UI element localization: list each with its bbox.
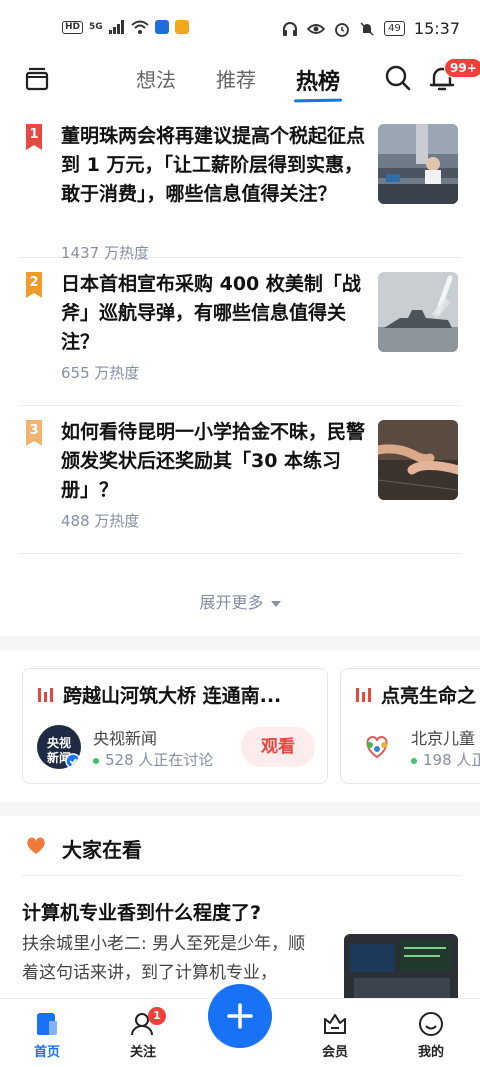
tab-member-label: 会员 [321, 1045, 348, 1060]
live-card[interactable]: 点亮生命之 北京儿童 198 人正 [340, 668, 480, 784]
answer-excerpt[interactable]: 扶余城里小老二: 男人至死是少年，顺着这句话来讲，到了计算机专业， [22, 930, 320, 1004]
rank-badge: 2 [26, 272, 42, 298]
live-title: 跨越山河筑大桥 连通南... [63, 685, 282, 707]
plus-icon [227, 1003, 253, 1029]
expand-more-button[interactable]: 展开更多 [0, 589, 480, 613]
app-notification-icon-2 [174, 20, 189, 34]
hot-heat: 655 万热度 [61, 364, 140, 382]
live-dot-icon [411, 757, 417, 764]
live-source: 北京儿童 [411, 729, 476, 748]
hot-title[interactable]: 如何看待昆明一小学拾金不昧，民警颁发奖状后还奖励其「30 本练习册」？ [61, 418, 365, 505]
live-card[interactable]: 跨越山河筑大桥 连通南... 央视 新闻 央视新闻 528 人正在讨论 观看 [22, 668, 328, 784]
hot-heat: 488 万热度 [61, 512, 140, 530]
create-plus-button[interactable] [208, 984, 272, 1048]
hot-thumbnail-warship [378, 272, 458, 352]
live-viewers: 198 人正 [411, 749, 480, 770]
live-viewers-text: 528 人正在讨论 [105, 751, 214, 769]
rank-number: 3 [29, 423, 39, 438]
hot-item[interactable]: 1 董明珠两会将再建议提高个税起征点到 1 万元，「让工薪阶层得到实惠，敢于消费… [20, 110, 460, 262]
section-divider [0, 636, 480, 650]
notification-badge: 99+ [444, 58, 480, 78]
expand-more-label: 展开更多 [199, 593, 264, 612]
signal-icon [108, 20, 124, 34]
answer-thumbnail-monitors [344, 934, 458, 1004]
status-right: 49 15:37 [282, 19, 460, 38]
hot-item[interactable]: 3 如何看待昆明一小学拾金不昧，民警颁发奖状后还奖励其「30 本练习册」？ 48… [20, 406, 460, 554]
status-bar: HD 5G 49 15:37 [0, 0, 480, 58]
headphones-icon [283, 21, 298, 36]
search-icon[interactable] [384, 64, 412, 92]
live-title: 点亮生命之 [381, 685, 477, 707]
rank-badge: 3 [26, 420, 42, 446]
eye-icon [307, 23, 326, 34]
rank-number: 1 [29, 127, 39, 142]
tab-ideas[interactable]: 想法 [136, 64, 176, 96]
network-label: 5G [89, 22, 103, 32]
mute-bell-icon [360, 21, 374, 36]
watching-heading: 大家在看 [62, 838, 142, 862]
hot-thumbnail-hands [378, 420, 458, 500]
live-bars-icon [38, 688, 53, 702]
hot-item[interactable]: 2 日本首相宣布采购 400 枚美制「战斧」巡航导弹，有哪些信息值得关注？ 65… [20, 258, 460, 406]
tab-follow[interactable]: 1 关注 [108, 1007, 178, 1060]
status-left: HD 5G [62, 20, 189, 34]
live-dot-icon [93, 757, 99, 764]
hot-title[interactable]: 日本首相宣布采购 400 枚美制「战斧」巡航导弹，有哪些信息值得关注？ [61, 270, 365, 357]
tab-mine[interactable]: 我的 [396, 1011, 466, 1060]
live-viewers-text: 198 人正 [423, 751, 480, 769]
tab-mine-label: 我的 [417, 1045, 444, 1060]
tab-member[interactable]: 会员 [300, 1011, 370, 1060]
section-divider [0, 802, 480, 816]
watch-button[interactable]: 观看 [241, 727, 315, 767]
feed-tabs: 想法 推荐 热榜 [136, 64, 340, 96]
tab-hot[interactable]: 热榜 [296, 64, 340, 96]
avatar-text: 央视 [47, 735, 71, 750]
children-hospital-avatar [355, 725, 399, 769]
sidebar-menu-icon[interactable] [24, 65, 50, 91]
hd-icon: HD [62, 20, 84, 34]
live-carousel: 跨越山河筑大桥 连通南... 央视 新闻 央视新闻 528 人正在讨论 观看 点… [0, 650, 480, 802]
home-icon [37, 1013, 57, 1035]
tab-home-label: 首页 [33, 1045, 60, 1060]
top-nav: 想法 推荐 热榜 99+ [0, 58, 480, 102]
smiley-face-icon [419, 1012, 443, 1036]
app-notification-icon [154, 20, 169, 34]
clock: 15:37 [413, 19, 460, 38]
alarm-icon [335, 22, 350, 37]
live-viewers: 528 人正在讨论 [93, 749, 213, 770]
heart-icon [27, 837, 45, 854]
zhihu-hot-page: HD 5G 49 15:37 想法 推荐 热榜 99+ 1 董明珠两会将再建议提… [0, 0, 480, 1067]
tab-recommend[interactable]: 推荐 [216, 64, 256, 96]
battery-icon: 49 [384, 21, 405, 36]
hot-thumbnail-meeting [378, 124, 458, 204]
cctv-avatar: 央视 新闻 [37, 725, 81, 769]
question-title[interactable]: 计算机专业香到什么程度了? [22, 898, 261, 925]
rank-number: 2 [29, 275, 39, 290]
tab-follow-label: 关注 [129, 1045, 156, 1060]
rank-badge: 1 [26, 124, 42, 150]
live-bars-icon [356, 688, 371, 702]
follow-badge: 1 [148, 1007, 166, 1025]
watching-header: 大家在看 [22, 830, 460, 876]
wifi-icon [131, 20, 149, 34]
triangle-down-icon [270, 601, 281, 607]
tab-home[interactable]: 首页 [12, 1011, 82, 1060]
live-source: 央视新闻 [93, 729, 158, 748]
crown-icon [324, 1014, 346, 1034]
hot-list: 1 董明珠两会将再建议提高个税起征点到 1 万元，「让工薪阶层得到实惠，敢于消费… [0, 110, 480, 554]
hot-title[interactable]: 董明珠两会将再建议提高个税起征点到 1 万元，「让工薪阶层得到实惠，敢于消费」，… [61, 122, 365, 209]
